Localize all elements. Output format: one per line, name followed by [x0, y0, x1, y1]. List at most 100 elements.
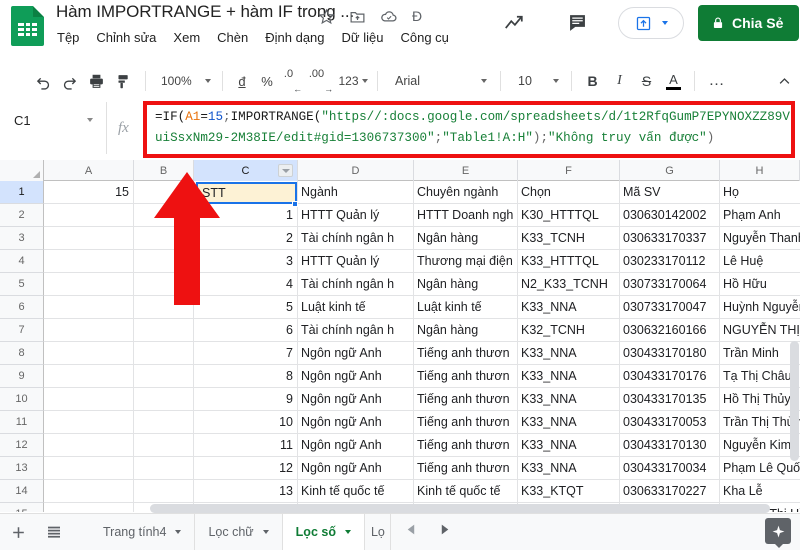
column-header-B[interactable]: B [134, 160, 194, 181]
text-color-button[interactable]: A [660, 68, 687, 94]
cell-H[interactable]: Nguyễn Thanh [720, 227, 800, 249]
cell-H[interactable]: Hồ Thị Thủy [720, 388, 800, 410]
horizontal-scrollbar[interactable] [150, 504, 770, 513]
cell-F[interactable]: Chọn [518, 181, 620, 203]
cell-E[interactable]: Tiếng anh thươn [414, 457, 518, 479]
cell-E[interactable]: Kinh tế quốc tế [414, 480, 518, 502]
column-header-A[interactable]: A [44, 160, 134, 181]
cell-H[interactable]: Huỳnh Nguyễn [720, 296, 800, 318]
row-header-12[interactable]: 12 [0, 434, 44, 457]
cell-G[interactable]: 030433170130 [620, 434, 720, 456]
cell-E[interactable]: Tiếng anh thươn [414, 388, 518, 410]
sheet-tab-loc-chu[interactable]: Lọc chữ [195, 513, 283, 550]
cell-C[interactable]: 12 [194, 457, 298, 479]
menu-item-edit[interactable]: Chỉnh sửa [96, 30, 156, 45]
cell-B[interactable] [134, 204, 194, 226]
chevron-down-icon[interactable] [175, 530, 182, 534]
cell-C[interactable]: 1 [194, 204, 298, 226]
bold-button[interactable]: B [579, 68, 606, 94]
prev-arrow-icon[interactable] [405, 523, 418, 541]
redo-button[interactable] [56, 68, 82, 94]
row-header-6[interactable]: 6 [0, 296, 44, 319]
column-header-E[interactable]: E [414, 160, 518, 181]
cell-F[interactable]: K33_KTQT [518, 480, 620, 502]
cell-C[interactable]: 9 [194, 388, 298, 410]
column-header-G[interactable]: G [620, 160, 720, 181]
decimal-decrease-button[interactable]: .0 ← [280, 68, 306, 94]
row-header-8[interactable]: 8 [0, 342, 44, 365]
cell-G[interactable]: 030633170337 [620, 227, 720, 249]
cell-B[interactable] [134, 434, 194, 456]
cell-D[interactable]: Ngôn ngữ Anh [298, 434, 414, 456]
selected-cell-C1[interactable]: STT [196, 182, 297, 204]
menu-item-data[interactable]: Dữ liệu [342, 30, 384, 45]
cell-D[interactable]: Ngành [298, 181, 414, 203]
undo-button[interactable] [30, 68, 56, 94]
cell-B[interactable] [134, 480, 194, 502]
cloud-saved-icon[interactable] [380, 7, 398, 25]
cell-A[interactable] [44, 273, 134, 295]
row-header-15[interactable]: 15 [0, 503, 44, 512]
formula-input[interactable]: =IF(A1=15;IMPORTRANGE("https//:docs.goog… [143, 101, 795, 158]
cell-B[interactable] [134, 411, 194, 433]
chevron-down-icon[interactable] [87, 118, 93, 122]
menu-item-tools[interactable]: Công cụ [400, 30, 448, 45]
sheet-tab-trang-tinh4[interactable]: Trang tính4 [90, 513, 196, 550]
paint-format-button[interactable] [110, 68, 138, 94]
cell-C[interactable]: 4 [194, 273, 298, 295]
cell-C[interactable]: 3 [194, 250, 298, 272]
all-sheets-button[interactable] [36, 514, 72, 550]
cell-A[interactable] [44, 434, 134, 456]
menu-item-format[interactable]: Định dạng [265, 30, 324, 45]
cell-D[interactable]: Tài chính ngân h [298, 319, 414, 341]
cell-A[interactable] [44, 342, 134, 364]
cell-B[interactable] [134, 342, 194, 364]
print-button[interactable] [82, 68, 110, 94]
cell-E[interactable]: Tiếng anh thươn [414, 365, 518, 387]
cell-A[interactable] [44, 388, 134, 410]
cell-C[interactable]: 11 [194, 434, 298, 456]
cell-H[interactable]: Họ [720, 181, 800, 203]
cell-D[interactable]: Tài chính ngân h [298, 227, 414, 249]
cell-A[interactable] [44, 480, 134, 502]
cell-D[interactable]: Ngôn ngữ Anh [298, 388, 414, 410]
cell-E[interactable]: Tiếng anh thươn [414, 342, 518, 364]
cell-H[interactable]: Nguyễn Kim [720, 434, 800, 456]
cell-G[interactable]: Mã SV [620, 181, 720, 203]
cell-A[interactable]: 15 [44, 181, 134, 203]
cell-C[interactable]: 8 [194, 365, 298, 387]
cell-C[interactable]: 10 [194, 411, 298, 433]
row-header-7[interactable]: 7 [0, 319, 44, 342]
zoom-select[interactable]: 100% [153, 68, 215, 94]
cell-D[interactable]: Ngôn ngữ Anh [298, 365, 414, 387]
cell-C[interactable]: 7 [194, 342, 298, 364]
cell-D[interactable]: Ngôn ngữ Anh [298, 457, 414, 479]
cell-D[interactable]: Luật kinh tế [298, 296, 414, 318]
row-header-4[interactable]: 4 [0, 250, 44, 273]
cell-D[interactable]: HTTT Quản lý [298, 204, 414, 226]
row-header-2[interactable]: 2 [0, 204, 44, 227]
cell-G[interactable]: 030433170053 [620, 411, 720, 433]
cell-B[interactable] [134, 250, 194, 272]
cell-E[interactable]: Ngân hàng [414, 227, 518, 249]
menu-item-view[interactable]: Xem [173, 30, 200, 45]
cell-H[interactable]: Phạm Anh [720, 204, 800, 226]
percent-button[interactable]: % [254, 68, 280, 94]
row-header-13[interactable]: 13 [0, 457, 44, 480]
cell-B[interactable] [134, 365, 194, 387]
menu-item-file[interactable]: Tệp [57, 30, 79, 45]
font-size-select[interactable]: 10 [508, 68, 564, 94]
move-to-folder-icon[interactable] [349, 8, 366, 25]
cell-C[interactable]: 2 [194, 227, 298, 249]
cell-E[interactable]: HTTT Doanh ngh [414, 204, 518, 226]
cell-B[interactable] [134, 457, 194, 479]
cell-B[interactable] [134, 181, 194, 203]
column-header-D[interactable]: D [298, 160, 414, 181]
cell-G[interactable]: 030433170176 [620, 365, 720, 387]
cell-A[interactable] [44, 457, 134, 479]
cell-E[interactable]: Chuyên ngành [414, 181, 518, 203]
column-header-H[interactable]: H [720, 160, 800, 181]
cell-H[interactable]: Kha Lễ [720, 480, 800, 502]
row-header-1[interactable]: 1 [0, 181, 44, 204]
cell-F[interactable]: K33_NNA [518, 457, 620, 479]
